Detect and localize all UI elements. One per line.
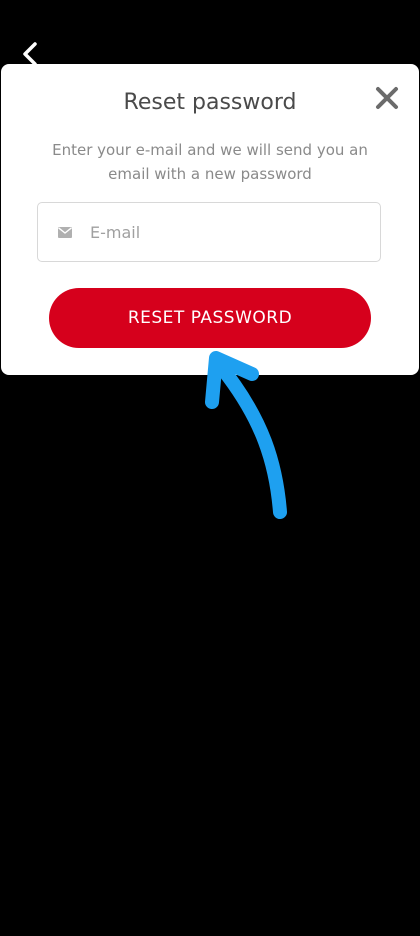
email-field-container[interactable] — [37, 202, 381, 262]
reset-password-button[interactable]: RESET PASSWORD — [49, 288, 371, 348]
envelope-icon — [58, 226, 72, 238]
dialog-title: Reset password — [123, 90, 297, 115]
reset-password-dialog: Reset password Enter your e-mail and we … — [1, 64, 419, 375]
close-icon — [376, 87, 398, 109]
dialog-description: Enter your e-mail and we will send you a… — [52, 141, 368, 183]
close-button[interactable] — [371, 82, 403, 114]
email-field[interactable] — [88, 202, 380, 262]
reset-password-screen: Reset password Enter your e-mail and we … — [0, 0, 420, 936]
